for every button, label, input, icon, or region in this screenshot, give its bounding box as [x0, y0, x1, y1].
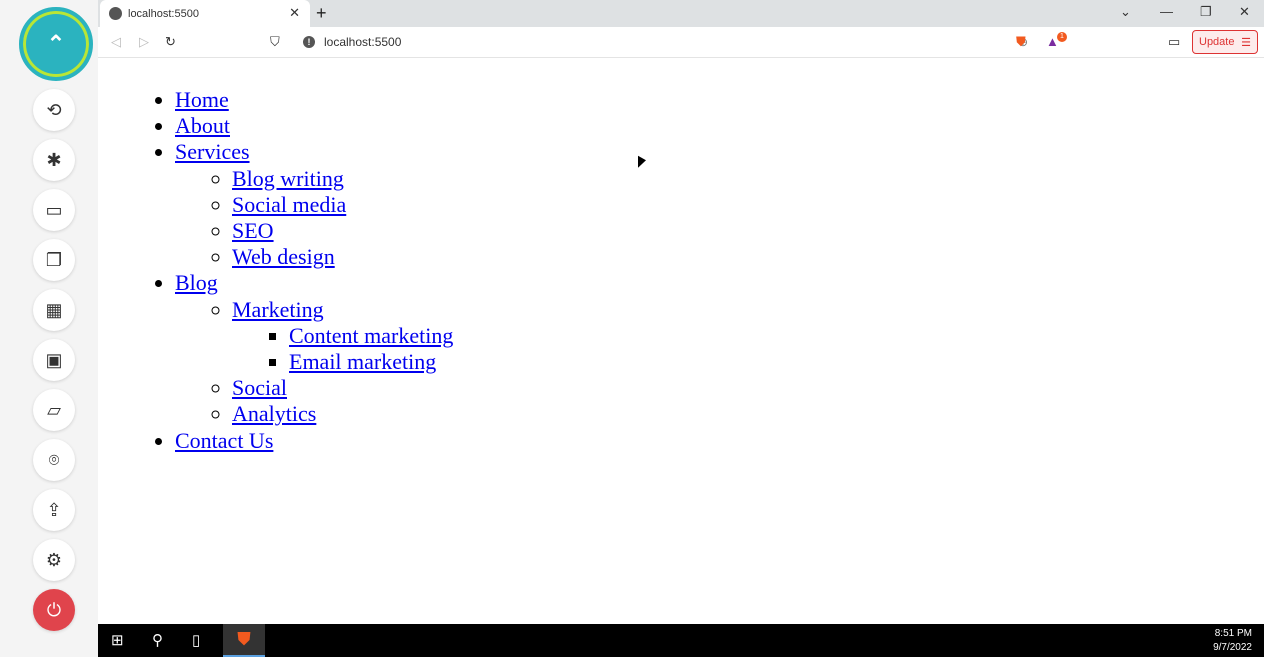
clock[interactable]: 8:51 PM 9/7/2022: [1213, 627, 1252, 655]
list-item: Blog Marketing Content marketing Email m…: [175, 270, 453, 427]
brave-icon: ⛊: [237, 629, 251, 649]
copy-button[interactable]: ❐: [33, 239, 75, 281]
upload-icon: ⇪: [46, 499, 62, 520]
list-item: Blog writing: [232, 166, 453, 192]
clock-time: 8:51 PM: [1214, 628, 1252, 639]
nav-list: Home About Services Blog writing Social …: [118, 87, 453, 454]
sidebar: ⌃ ⟲ ✱ ▭ ❐ ▦ ▣ ▱ ⌾ ⇪ ⚙ ⏻: [0, 0, 98, 657]
minimize-button[interactable]: —: [1160, 4, 1173, 19]
link-content-marketing[interactable]: Content marketing: [289, 323, 453, 348]
list-item: Contact Us: [175, 428, 453, 454]
location-button[interactable]: ⌾: [33, 439, 75, 481]
video-icon: ▭: [45, 199, 63, 220]
list-item: Home: [175, 87, 453, 113]
chevron-up-icon: ⌃: [46, 31, 66, 56]
taskbar-brave-app[interactable]: ⛊: [223, 624, 265, 657]
record-button[interactable]: ▭: [33, 189, 75, 231]
list-item: Web design: [232, 244, 453, 270]
settings-button[interactable]: ⚙: [33, 539, 75, 581]
link-services[interactable]: Services: [175, 139, 250, 164]
screen-button[interactable]: ▣: [33, 339, 75, 381]
folder-button[interactable]: ▱: [33, 389, 75, 431]
sync-button[interactable]: ⟲: [33, 89, 75, 131]
taskbar: ⊞ ⚲ ▯ ⛊ 8:51 PM 9/7/2022: [98, 624, 1264, 657]
brave-shields-icon[interactable]: ⛊: [1016, 34, 1026, 50]
list-item: About: [175, 113, 453, 139]
tab-strip: localhost:5500 ✕ + ⌄ — ❐ ✕: [98, 0, 1264, 27]
new-tab-button[interactable]: +: [316, 3, 327, 24]
list-item: Email marketing: [289, 349, 453, 375]
clipboard-icon: ▦: [45, 299, 63, 320]
tab-search-icon[interactable]: ⌄: [1120, 4, 1131, 20]
link-about[interactable]: About: [175, 113, 230, 138]
screen-share-icon: ▣: [45, 349, 63, 370]
link-blog-writing[interactable]: Blog writing: [232, 166, 344, 191]
list-item: Social: [232, 375, 453, 401]
folder-icon: ▱: [47, 399, 61, 420]
clipboard-button[interactable]: ▦: [33, 289, 75, 331]
list-item: SEO: [232, 218, 453, 244]
list-item: Marketing Content marketing Email market…: [232, 297, 453, 376]
globe-icon: [109, 7, 122, 20]
blog-sublist: Marketing Content marketing Email market…: [175, 297, 453, 428]
list-item: Social media: [232, 192, 453, 218]
link-blog[interactable]: Blog: [175, 270, 218, 295]
link-marketing[interactable]: Marketing: [232, 297, 324, 322]
forward-button[interactable]: ▷: [139, 34, 149, 50]
collapse-button[interactable]: ⌃: [19, 7, 93, 81]
power-icon: ⏻: [46, 599, 62, 620]
link-home[interactable]: Home: [175, 87, 229, 112]
close-window-button[interactable]: ✕: [1239, 4, 1250, 20]
list-item: Services Blog writing Social media SEO W…: [175, 139, 453, 270]
link-analytics[interactable]: Analytics: [232, 401, 316, 426]
url-text: localhost:5500: [324, 35, 402, 49]
close-tab-icon[interactable]: ✕: [289, 5, 300, 21]
link-social-media[interactable]: Social media: [232, 192, 346, 217]
toolbar: ◁ ▷ ↻ ⛉ ! localhost:5500 ⊕ ⛊ ▲ 1 ▭ Updat…: [98, 27, 1264, 58]
marketing-sublist: Content marketing Email marketing: [232, 323, 453, 375]
tab-title: localhost:5500: [128, 7, 199, 20]
link-email-marketing[interactable]: Email marketing: [289, 349, 436, 374]
link-web-design[interactable]: Web design: [232, 244, 335, 269]
update-button[interactable]: Update ☰: [1192, 30, 1258, 54]
bug-icon: ✱: [46, 149, 62, 170]
sync-icon: ⟲: [46, 99, 62, 120]
link-social[interactable]: Social: [232, 375, 287, 400]
list-item: Content marketing: [289, 323, 453, 349]
gear-icon: ⚙: [45, 549, 63, 570]
search-icon[interactable]: ⚲: [152, 631, 163, 649]
page-content: Home About Services Blog writing Social …: [98, 58, 1264, 624]
list-item: Analytics: [232, 401, 453, 427]
reload-button[interactable]: ↻: [165, 34, 176, 50]
link-contact[interactable]: Contact Us: [175, 428, 273, 453]
link-seo[interactable]: SEO: [232, 218, 274, 243]
upload-button[interactable]: ⇪: [33, 489, 75, 531]
restore-button[interactable]: ❐: [1200, 4, 1212, 20]
back-button[interactable]: ◁: [111, 34, 121, 50]
services-sublist: Blog writing Social media SEO Web design: [175, 166, 453, 271]
info-icon: !: [303, 36, 315, 48]
address-bar[interactable]: ! localhost:5500 ⊕: [294, 29, 1068, 55]
bookmark-button[interactable]: ⛉: [270, 34, 280, 50]
windows-start-icon[interactable]: ⊞: [111, 631, 124, 649]
wallet-icon[interactable]: ▭: [1168, 34, 1180, 50]
debug-button[interactable]: ✱: [33, 139, 75, 181]
menu-icon: ☰: [1241, 36, 1251, 49]
copy-icon: ❐: [45, 249, 63, 270]
location-icon: ⌾: [48, 449, 60, 470]
clock-date: 9/7/2022: [1213, 642, 1252, 653]
rewards-badge: 1: [1057, 32, 1067, 42]
update-label: Update: [1199, 36, 1235, 48]
power-button[interactable]: ⏻: [33, 589, 75, 631]
task-view-icon[interactable]: ▯: [192, 631, 200, 649]
tab-localhost[interactable]: localhost:5500 ✕: [100, 0, 310, 27]
